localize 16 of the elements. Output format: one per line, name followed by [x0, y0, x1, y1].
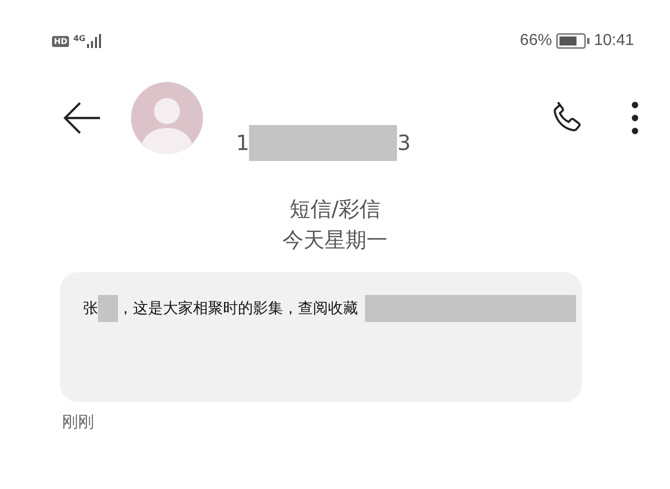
channel-label: 短信/彩信: [289, 196, 381, 223]
signal-icon: [87, 34, 102, 48]
network-label: 4G: [73, 34, 86, 43]
message-time: 刚刚: [62, 412, 95, 433]
date-label: 今天星期一: [282, 227, 388, 254]
message-text: 张: [83, 299, 98, 318]
more-icon[interactable]: [630, 100, 640, 136]
message-text: ，这是大家相聚时的影集，查阅收藏: [118, 299, 358, 318]
clock: 10:41: [594, 32, 634, 50]
phone-number: 1: [236, 131, 250, 155]
battery-percent: 66%: [520, 32, 552, 50]
battery-icon: [556, 33, 590, 49]
phone-number: 3: [397, 131, 411, 155]
hd-badge: HD: [52, 36, 70, 46]
redaction-block: [98, 295, 118, 322]
back-icon[interactable]: [62, 101, 102, 135]
